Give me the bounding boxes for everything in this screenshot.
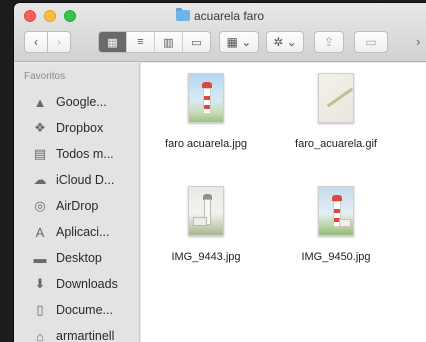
file-thumbnail — [188, 186, 224, 236]
arrange-button[interactable]: ▦ ⌄ — [219, 31, 259, 53]
file-item[interactable]: IMG_9450.jpg — [271, 186, 401, 263]
file-thumbnail — [188, 73, 224, 123]
sidebar-item-applications[interactable]: A Aplicaci... — [14, 219, 140, 245]
sidebar-item-google-drive[interactable]: ▲ Google... — [14, 89, 140, 115]
sketch-image — [326, 87, 353, 108]
arrange-icon: ▦ ⌄ — [226, 35, 252, 49]
chevron-left-icon: ‹ — [34, 35, 38, 49]
documents-icon: ▯ — [36, 302, 44, 317]
sidebar-item-desktop[interactable]: ▬ Desktop — [14, 245, 140, 271]
title-bar[interactable]: acuarela faro ‹ › ▦ ≡ ▥ ▭ ▦ ⌄ ✲ ⌄ ⇪ ▭ › — [14, 3, 426, 62]
sidebar-item-label: Aplicaci... — [56, 225, 110, 239]
sidebar-item-label: Docume... — [56, 303, 113, 317]
sidebar-item-all-files[interactable]: ▤ Todos m... — [14, 141, 140, 167]
sidebar-item-label: Google... — [56, 95, 107, 109]
file-name: IMG_9450.jpg — [301, 251, 371, 263]
sidebar-item-label: Desktop — [56, 251, 102, 265]
file-name: IMG_9443.jpg — [171, 251, 241, 263]
google-drive-icon: ▲ — [33, 94, 47, 110]
all-files-icon: ▤ — [33, 146, 47, 161]
share-button[interactable]: ⇪ — [314, 31, 344, 53]
sidebar-item-airdrop[interactable]: ◎ AirDrop — [14, 193, 140, 219]
sidebar-item-documents[interactable]: ▯ Docume... — [14, 297, 140, 323]
window-title: acuarela faro — [14, 8, 426, 23]
applications-icon: A — [35, 224, 45, 240]
airdrop-icon: ◎ — [34, 198, 46, 213]
file-thumbnail — [318, 186, 354, 236]
toolbar-overflow-button[interactable]: › — [416, 34, 420, 49]
forward-button[interactable]: › — [47, 31, 71, 53]
finder-window: acuarela faro ‹ › ▦ ≡ ▥ ▭ ▦ ⌄ ✲ ⌄ ⇪ ▭ › … — [14, 3, 426, 342]
dropbox-icon: ❖ — [34, 120, 46, 135]
sidebar: Favoritos ▲ Google... ❖ Dropbox ▤ Todos … — [14, 63, 140, 342]
action-button[interactable]: ✲ ⌄ — [266, 31, 304, 53]
sidebar-item-downloads[interactable]: ⬇ Downloads — [14, 271, 140, 297]
column-view-button[interactable]: ▥ — [155, 32, 183, 52]
sidebar-item-label: iCloud D... — [56, 173, 115, 187]
sidebar-item-label: armartinell — [56, 329, 115, 342]
folder-icon — [175, 8, 190, 21]
sidebar-item-label: AirDrop — [56, 199, 99, 213]
sidebar-item-label: Dropbox — [56, 121, 104, 135]
file-item[interactable]: faro acuarela.jpg — [141, 73, 271, 150]
tags-button[interactable]: ▭ — [354, 31, 388, 53]
cover-flow-button[interactable]: ▭ — [183, 32, 210, 52]
downloads-icon: ⬇ — [34, 276, 46, 291]
sidebar-item-icloud-drive[interactable]: ☁ iCloud D... — [14, 167, 140, 193]
cloud-icon: ☁ — [33, 172, 47, 187]
sidebar-item-label: Downloads — [56, 277, 118, 291]
home-icon: ⌂ — [36, 328, 44, 342]
window-title-text: acuarela faro — [193, 9, 265, 23]
file-name: faro_acuarela.gif — [295, 138, 377, 150]
tag-icon: ▭ — [365, 35, 377, 49]
desktop-icon: ▬ — [33, 250, 47, 266]
file-item[interactable]: IMG_9443.jpg — [141, 186, 271, 263]
file-thumbnail — [318, 73, 354, 123]
sidebar-section-title: Favoritos — [24, 71, 66, 82]
list-view-button[interactable]: ≡ — [127, 32, 155, 52]
sidebar-item-label: Todos m... — [56, 147, 114, 161]
file-item[interactable]: faro_acuarela.gif — [271, 73, 401, 150]
file-browser: faro acuarela.jpg faro_acuarela.gif IMG_… — [141, 63, 426, 342]
sidebar-item-dropbox[interactable]: ❖ Dropbox — [14, 115, 140, 141]
icon-view-button[interactable]: ▦ — [99, 32, 127, 52]
sidebar-item-home[interactable]: ⌂ armartinell — [14, 323, 140, 342]
file-name: faro acuarela.jpg — [165, 138, 247, 150]
view-mode-selector: ▦ ≡ ▥ ▭ — [98, 31, 211, 53]
share-icon: ⇪ — [323, 35, 335, 49]
chevron-right-icon: › — [57, 35, 61, 49]
back-button[interactable]: ‹ — [24, 31, 48, 53]
gear-icon: ✲ ⌄ — [273, 35, 297, 49]
